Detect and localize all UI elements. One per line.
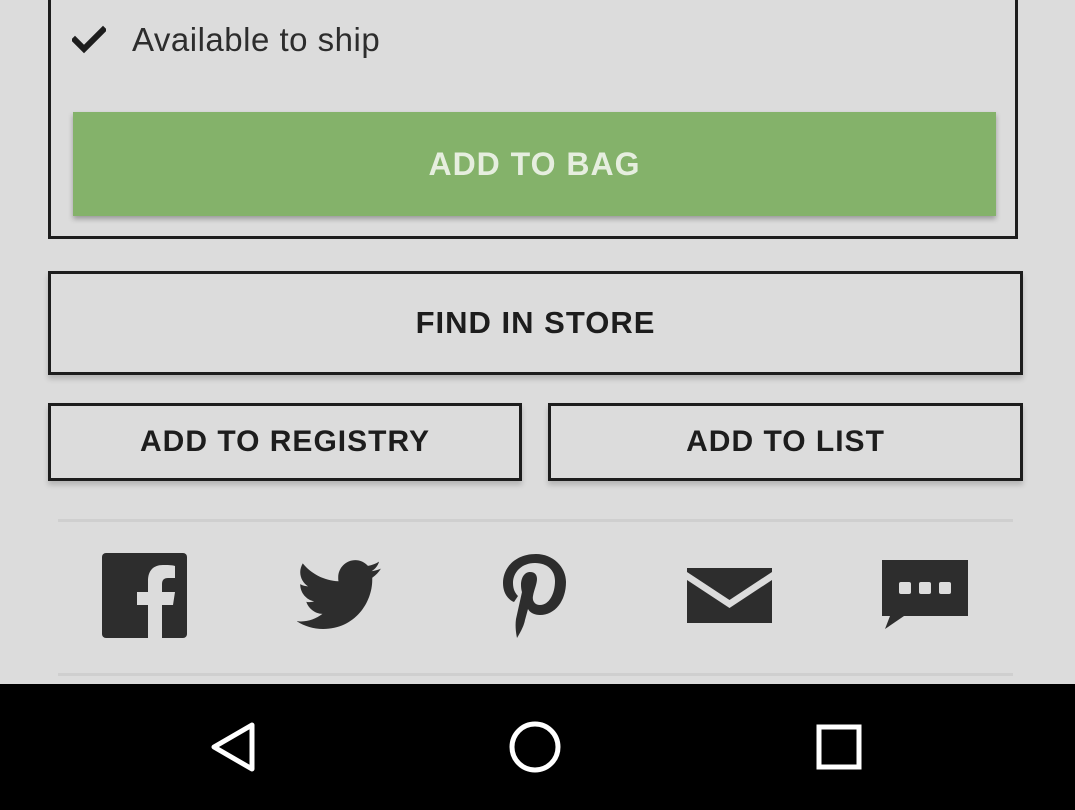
pinterest-icon[interactable] (487, 548, 582, 643)
available-to-ship-row[interactable]: Available to ship (72, 18, 380, 62)
add-to-list-button[interactable]: ADD TO LIST (548, 403, 1023, 481)
twitter-icon[interactable] (292, 548, 387, 643)
share-bar (0, 548, 1075, 643)
add-to-bag-button[interactable]: ADD TO BAG (73, 112, 996, 216)
home-icon[interactable] (500, 712, 570, 782)
add-to-registry-button[interactable]: ADD TO REGISTRY (48, 403, 522, 481)
divider (58, 673, 1013, 676)
divider (58, 519, 1013, 522)
email-icon[interactable] (682, 548, 777, 643)
facebook-icon[interactable] (97, 548, 192, 643)
find-in-store-button[interactable]: FIND IN STORE (48, 271, 1023, 375)
sms-icon[interactable] (877, 548, 972, 643)
system-navigation-bar (0, 684, 1075, 810)
recents-icon[interactable] (804, 712, 874, 782)
product-actions-screen: Available to ship ADD TO BAG FIND IN STO… (0, 0, 1075, 684)
availability-label: Available to ship (132, 21, 381, 58)
back-icon[interactable] (198, 712, 268, 782)
checkmark-icon (72, 25, 106, 54)
